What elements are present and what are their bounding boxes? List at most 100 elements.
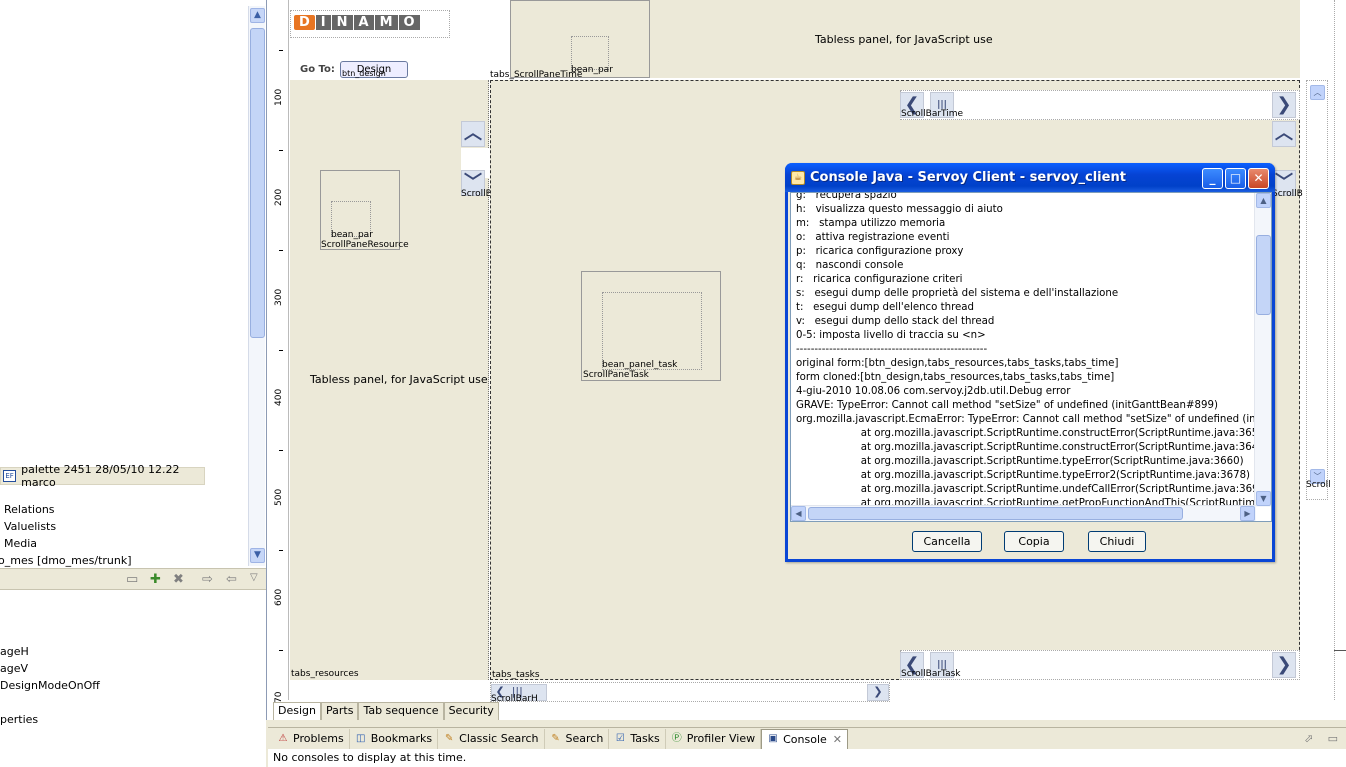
tab-label: Profiler View: [686, 732, 756, 745]
scroll-right-icon[interactable]: ❯: [867, 684, 889, 701]
method-item[interactable]: ageH: [0, 645, 29, 658]
btn-design-label: btn_design: [342, 69, 386, 78]
dialog-titlebar[interactable]: ☕ Console Java - Servoy Client - servoy_…: [785, 163, 1275, 192]
scroll-up-icon[interactable]: ▲: [250, 8, 265, 23]
editor-tabs: Design Parts Tab sequence Security: [273, 702, 499, 720]
tabless-label: Tabless panel, for JavaScript use: [310, 373, 488, 386]
scroll-right-icon[interactable]: ❯: [1272, 92, 1296, 118]
scrollbar-task-label: ScrollBarTask: [901, 669, 961, 679]
scroll-left-icon[interactable]: ◀: [791, 506, 806, 521]
scrollpane-task[interactable]: bean_panel_task ScrollPaneTask: [581, 271, 721, 381]
console-line: at org.mozilla.javascript.ScriptRuntime.…: [796, 456, 1244, 467]
tree-item-project[interactable]: o_mes [dmo_mes/trunk]: [0, 554, 132, 567]
navigator-panel: ▲ ▼ EF palette 2451 28/05/10 12.22 marco…: [0, 0, 266, 767]
scroll-thumb[interactable]: [808, 507, 1183, 520]
logo-frame[interactable]: D I N A M O: [290, 10, 450, 38]
maximize-icon[interactable]: □: [1225, 168, 1246, 189]
ruler-tick: 100: [274, 88, 284, 106]
console-line: o: attiva registrazione eventi: [796, 232, 950, 243]
console-icon: ▣: [768, 733, 778, 744]
ruler-tick: 70: [274, 691, 284, 703]
tree-item-relations[interactable]: Relations: [4, 503, 55, 516]
bookmarks-icon: ◫: [355, 732, 366, 744]
tab-problems[interactable]: ⚠ Problems: [272, 728, 350, 749]
method-item[interactable]: ageV: [0, 662, 28, 675]
tab-tasks[interactable]: ☑ Tasks: [609, 728, 666, 749]
scroll-label: Scroll: [1306, 480, 1331, 490]
scroll-down-icon[interactable]: ▼: [1256, 491, 1271, 506]
ruler-tick: 200: [274, 188, 284, 206]
scroll-up-icon[interactable]: ▲: [1256, 193, 1271, 208]
tabs-scrollpanetime-label: tabs_ScrollPaneTime: [490, 70, 583, 80]
scroll-thumb[interactable]: [250, 28, 265, 338]
problems-icon: ⚠: [278, 732, 288, 744]
tree-item-valuelists[interactable]: Valuelists: [4, 520, 56, 533]
scrollpane-time[interactable]: bean_par: [510, 0, 650, 78]
display-console-icon[interactable]: ▭: [1328, 732, 1338, 745]
tabless-panel-top[interactable]: Tabless panel, for JavaScript use: [650, 0, 1300, 78]
scroll-up-icon[interactable]: ︿: [1310, 85, 1325, 100]
close-icon[interactable]: ✕: [1248, 168, 1269, 189]
view-menu-icon[interactable]: ▽: [250, 572, 258, 583]
console-status: No consoles to display at this time.: [268, 749, 1346, 767]
console-line: p: ricarica configurazione proxy: [796, 246, 964, 257]
tabless-label: Tabless panel, for JavaScript use: [815, 33, 993, 46]
scrollbar-label: ScrollB: [1272, 189, 1303, 199]
export-icon[interactable]: ⇨: [202, 572, 213, 587]
console-line: 4-giu-2010 10.08.06 com.servoy.j2db.util…: [796, 386, 1071, 397]
tab-parts[interactable]: Parts: [320, 702, 359, 720]
console-line: original form:[btn_design,tabs_resources…: [796, 358, 1119, 369]
tab-sequence[interactable]: Tab sequence: [358, 702, 444, 720]
console-output[interactable]: g: recupera spazio h: visualizza questo m…: [790, 192, 1272, 522]
ruler-tick: 300: [274, 288, 284, 306]
console-line: s: esegui dump delle proprietà del siste…: [796, 288, 1119, 299]
navigator-scrollbar[interactable]: ▲ ▼: [248, 6, 265, 566]
profiler-icon: Ⓟ: [671, 732, 682, 744]
console-line: m: stampa utilizzo memoria: [796, 218, 946, 229]
minimize-icon[interactable]: _: [1202, 168, 1223, 189]
scrollpane-resource[interactable]: bean_par ScrollPaneResource: [320, 170, 409, 250]
console-text: g: recupera spazio h: visualizza questo m…: [796, 193, 1256, 511]
tab-classic-search[interactable]: ✎ Classic Search: [438, 728, 545, 749]
add-icon[interactable]: ✚: [150, 572, 161, 587]
scroll-right-icon[interactable]: ▶: [1240, 506, 1255, 521]
palette-row[interactable]: EF palette 2451 28/05/10 12.22 marco: [0, 463, 205, 489]
tab-profiler[interactable]: Ⓟ Profiler View: [666, 728, 762, 749]
dialog-title: Console Java - Servoy Client - servoy_cl…: [810, 170, 1126, 185]
console-hscroll[interactable]: ◀ ▶: [791, 505, 1256, 521]
console-vscroll[interactable]: ▲ ▼: [1254, 193, 1271, 507]
close-button[interactable]: Chiudi: [1088, 531, 1146, 552]
import-icon[interactable]: ⇦: [226, 572, 237, 587]
tab-console[interactable]: ▣ Console ✕: [761, 728, 849, 749]
scroll-right-icon[interactable]: ❯: [1272, 652, 1296, 678]
delete-icon[interactable]: ✖: [173, 572, 184, 587]
bean-panel-task-box[interactable]: [602, 292, 702, 370]
scrollbar-h[interactable]: ❮ ||| ❯: [490, 682, 890, 702]
tabless-panel-resources[interactable]: Tabless panel, for JavaScript use bean_p…: [290, 80, 489, 680]
java-icon: ☕: [791, 170, 805, 185]
close-icon[interactable]: ✕: [833, 733, 842, 746]
tab-search[interactable]: ✎ Search: [545, 728, 610, 749]
copy-button[interactable]: Copia: [1004, 531, 1064, 552]
tab-bookmarks[interactable]: ◫ Bookmarks: [350, 728, 439, 749]
console-line: GRAVE: TypeError: Cannot call method "se…: [796, 400, 1218, 411]
right-edge-scrollbar[interactable]: ︿ ﹀: [1306, 80, 1328, 500]
console-line: v: esegui dump dello stack del thread: [796, 316, 995, 327]
cancel-button[interactable]: Cancella: [912, 531, 982, 552]
scroll-up-icon[interactable]: ︿: [461, 121, 485, 147]
console-line: t: esegui dump dell'elenco thread: [796, 302, 975, 313]
classic-search-icon: ✎: [444, 732, 454, 744]
console-line: org.mozilla.javascript.EcmaError: TypeEr…: [796, 414, 1256, 425]
scroll-up-icon[interactable]: ︿: [1272, 121, 1296, 147]
tab-label: Tasks: [630, 732, 660, 745]
pin-icon[interactable]: ⬀: [1304, 732, 1313, 745]
properties-item[interactable]: perties: [0, 713, 38, 726]
tab-security[interactable]: Security: [443, 702, 499, 720]
tree-item-media[interactable]: Media: [4, 537, 37, 550]
eraser-icon[interactable]: ▭: [126, 572, 138, 587]
scrollpane-resource-label: ScrollPaneResource: [321, 240, 409, 250]
tab-design[interactable]: Design: [273, 702, 321, 720]
method-item[interactable]: DesignModeOnOff: [0, 679, 100, 692]
scroll-down-icon[interactable]: ▼: [250, 548, 265, 563]
scroll-thumb[interactable]: [1256, 235, 1271, 315]
